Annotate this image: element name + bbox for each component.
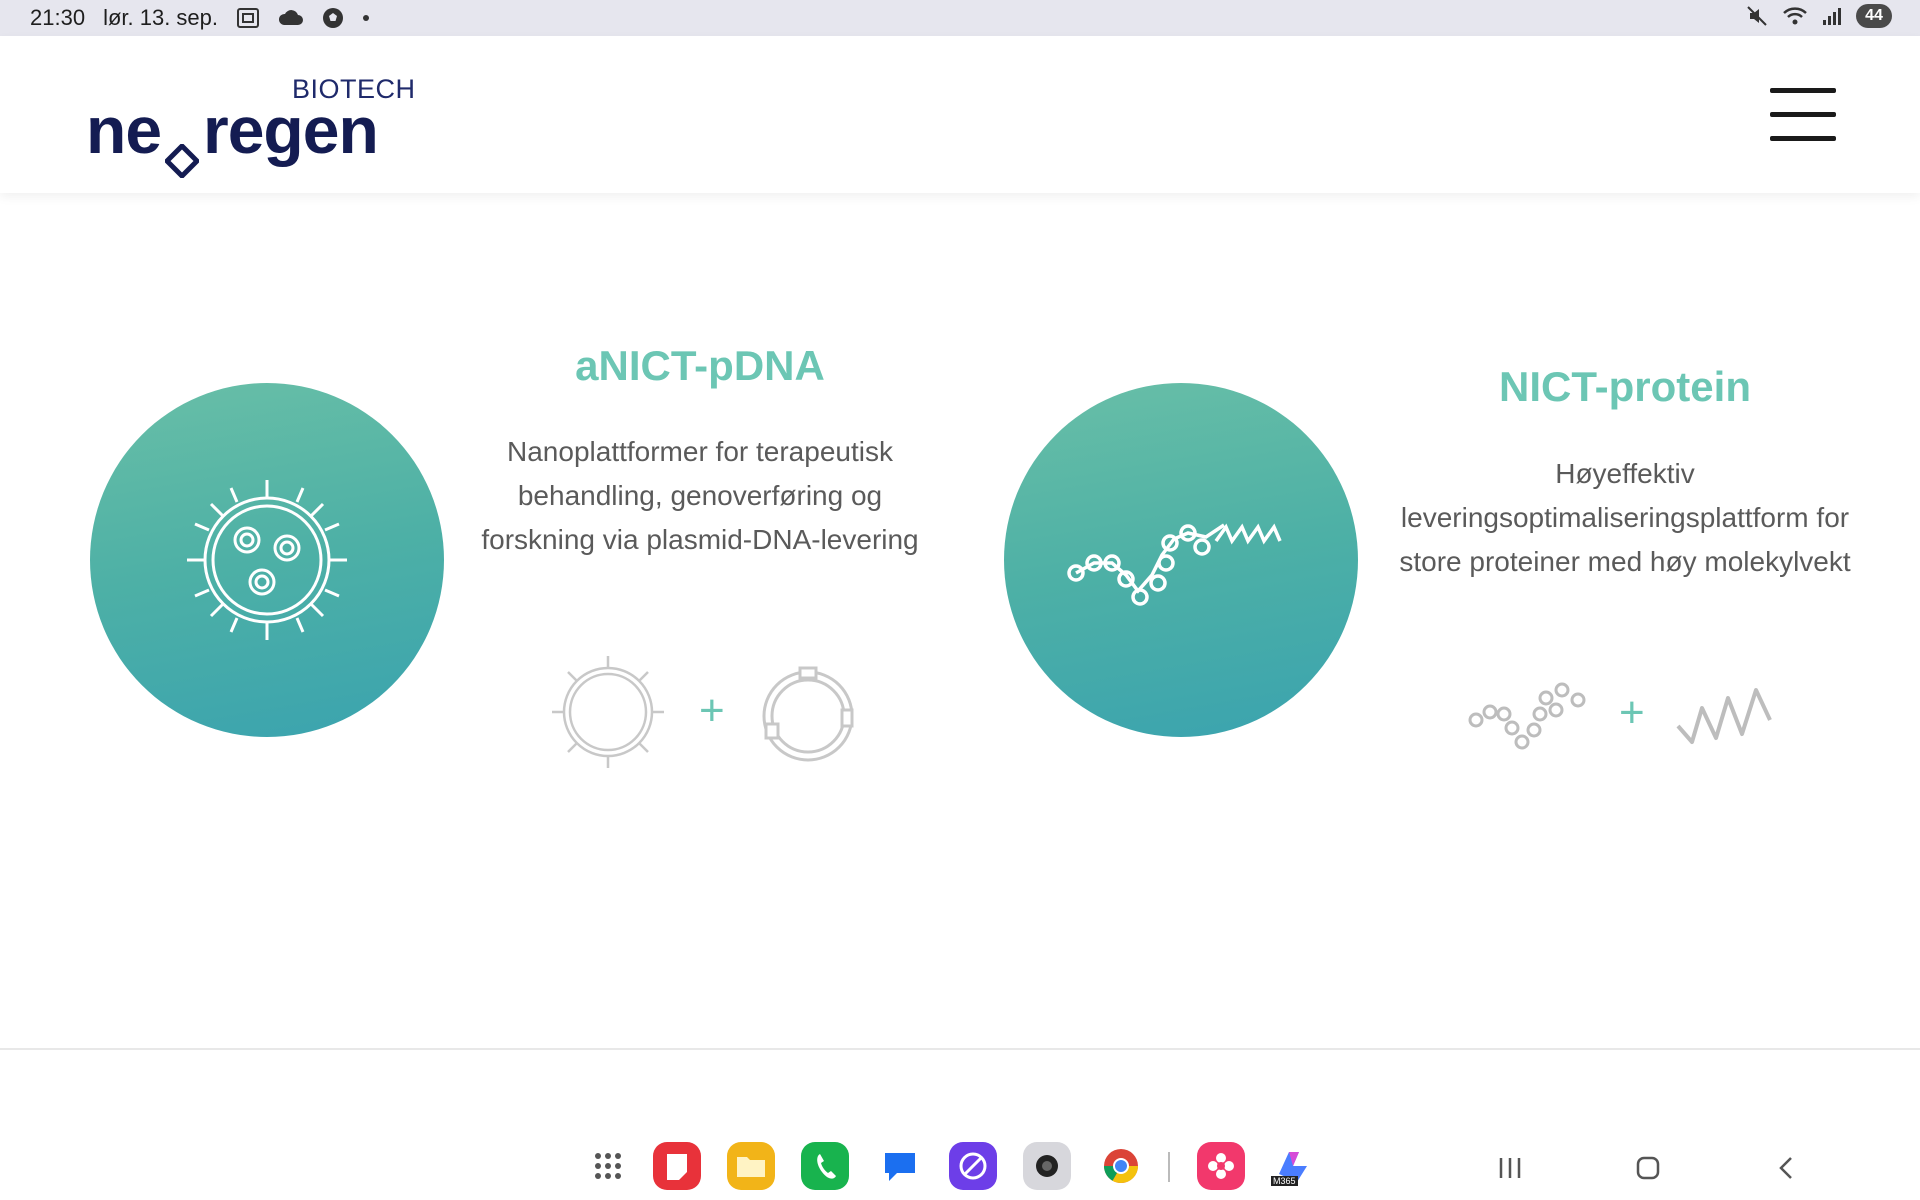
- recents-nav-icon[interactable]: [1490, 1148, 1530, 1188]
- files-app-icon[interactable]: [727, 1142, 775, 1190]
- section-divider: [0, 1048, 1920, 1050]
- camera-app-icon[interactable]: [1023, 1142, 1071, 1190]
- status-date: lør. 13. sep.: [103, 5, 219, 30]
- mute-icon: [1746, 5, 1768, 27]
- status-time: 21:30: [30, 5, 86, 30]
- dot-icon: [362, 14, 370, 22]
- logo-word-left: ne: [86, 93, 162, 167]
- cloud-icon: [278, 9, 304, 27]
- battery-indicator: 44: [1856, 4, 1892, 28]
- plasmid-ring-icon: [756, 664, 860, 773]
- app-drawer-icon[interactable]: [584, 1142, 632, 1190]
- dock-separator: [1168, 1152, 1170, 1182]
- notes-app-icon[interactable]: [653, 1142, 701, 1190]
- taskbar: M365: [0, 1120, 1920, 1200]
- protein-chain-icon: [1066, 503, 1296, 618]
- nanoparticle-cell-icon: [177, 470, 357, 655]
- internet-app-icon[interactable]: [949, 1142, 997, 1190]
- football-icon: [322, 7, 344, 29]
- helix-ribbon-icon: [1672, 676, 1784, 755]
- formula-plus-anict: +: [699, 686, 725, 735]
- chrome-app-icon[interactable]: [1097, 1142, 1145, 1190]
- gallery-app-icon[interactable]: [1197, 1142, 1245, 1190]
- formula-plus-nict: +: [1619, 688, 1645, 737]
- back-nav-icon[interactable]: [1766, 1148, 1806, 1188]
- logo-word-right: regen: [203, 93, 379, 167]
- product-title-nict[interactable]: NICT-protein: [1360, 363, 1890, 411]
- nanoparticle-outline-icon: [548, 652, 668, 777]
- product-circle-anict[interactable]: [90, 383, 444, 737]
- home-nav-icon[interactable]: [1628, 1148, 1668, 1188]
- wifi-icon: [1782, 6, 1808, 26]
- site-header: BIOTECH ne regen: [0, 36, 1920, 193]
- product-desc-anict: Nanoplattformer for terapeutisk behandli…: [481, 436, 919, 555]
- m365-app-icon[interactable]: M365: [1269, 1142, 1317, 1190]
- logo-wordmark: ne regen: [86, 92, 379, 180]
- product-circle-nict[interactable]: [1004, 383, 1358, 737]
- messages-app-icon[interactable]: [876, 1142, 924, 1190]
- signal-icon: [1822, 6, 1842, 26]
- hamburger-menu-icon[interactable]: [1770, 86, 1836, 144]
- m365-label: M365: [1271, 1176, 1298, 1186]
- neoregen-logo[interactable]: BIOTECH ne regen: [86, 70, 416, 180]
- status-left: 21:30 lør. 13. sep.: [30, 5, 370, 31]
- product-title-anict[interactable]: aNICT-pDNA: [440, 342, 960, 390]
- product-desc-nict: Høyeffektiv leveringsoptimaliseringsplat…: [1399, 458, 1851, 577]
- screenshot-icon: [236, 7, 260, 29]
- logo-diamond-icon: [163, 117, 201, 180]
- status-bar: 21:30 lør. 13. sep. 44: [0, 0, 1920, 36]
- status-right: 44: [1746, 4, 1892, 28]
- phone-app-icon[interactable]: [801, 1142, 849, 1190]
- protein-chain-outline-icon: [1466, 670, 1592, 759]
